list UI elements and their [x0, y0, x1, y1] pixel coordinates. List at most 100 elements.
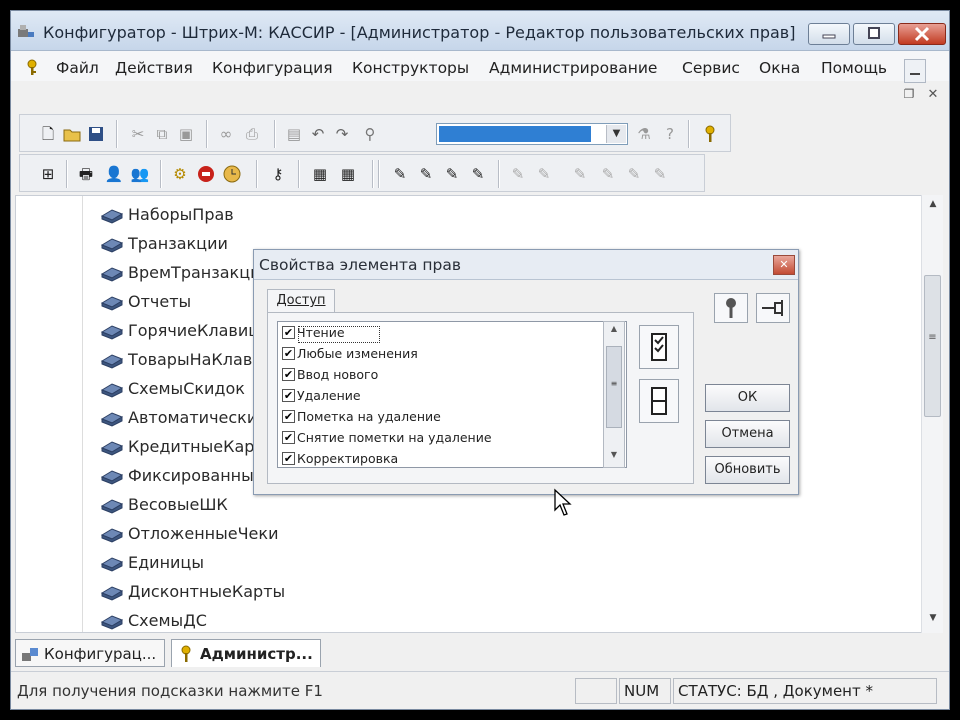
- open-button[interactable]: [62, 124, 82, 144]
- admin-icon: ⚷: [272, 165, 284, 183]
- permission-item[interactable]: ✔ Пометка на удаление: [282, 407, 612, 428]
- permission-item[interactable]: ✔ Удаление: [282, 386, 612, 407]
- permission-item[interactable]: ✔ Ввод нового: [282, 365, 612, 386]
- permission-item[interactable]: ✔ Чтение: [282, 323, 612, 344]
- scrollbar-thumb[interactable]: ≡: [606, 346, 622, 428]
- dialog-close-button[interactable]: ✕: [773, 255, 795, 275]
- table-icon: ▦: [312, 165, 328, 183]
- rights-check-button[interactable]: ✎: [468, 164, 488, 184]
- menu-actions[interactable]: Действия: [115, 59, 193, 77]
- permission-item[interactable]: ✔ Корректировка: [282, 449, 612, 467]
- find-button[interactable]: ⚲: [360, 124, 380, 144]
- minimize-button[interactable]: [808, 23, 850, 45]
- permission-checkbox[interactable]: ✔: [282, 326, 295, 339]
- close-button[interactable]: [898, 23, 946, 45]
- mdi-close-button[interactable]: ✕: [923, 87, 943, 105]
- pin-button[interactable]: [756, 293, 790, 323]
- chevron-down-icon[interactable]: ▼: [606, 125, 626, 143]
- permission-checkbox[interactable]: ✔: [282, 368, 295, 381]
- key-button[interactable]: [714, 293, 748, 323]
- scrollbar-thumb[interactable]: ≡: [924, 275, 941, 417]
- permissions-scrollbar[interactable]: ▲ ≡ ▼: [603, 321, 625, 468]
- save-button[interactable]: [86, 124, 106, 144]
- permission-label: Ввод нового: [297, 367, 379, 382]
- clear-all-button[interactable]: [639, 379, 679, 423]
- tab-configuration-label: Конфигурац...: [44, 645, 157, 663]
- select-all-button[interactable]: [639, 325, 679, 369]
- rights-user-button[interactable]: ✎: [442, 164, 462, 184]
- clock-button[interactable]: [222, 164, 242, 184]
- permission-checkbox[interactable]: ✔: [282, 452, 295, 465]
- settings-icon: ⚙: [173, 165, 187, 183]
- wizard-button[interactable]: ⚗: [634, 124, 654, 144]
- print-button[interactable]: ⎙: [242, 124, 262, 144]
- copy-button[interactable]: ⧉: [152, 124, 172, 144]
- tree-scrollbar[interactable]: ▲ ≡ ▼: [921, 195, 943, 633]
- new-button[interactable]: 🗋: [38, 124, 58, 144]
- menu-bar: Файл Действия Конфигурация Конструкторы …: [11, 51, 949, 81]
- help-button[interactable]: ?: [660, 124, 680, 144]
- rights-gray-4-button[interactable]: ✎: [598, 164, 618, 184]
- menu-file[interactable]: Файл: [56, 59, 99, 77]
- mdi-minimize-button[interactable]: [904, 59, 926, 83]
- cash-register-button[interactable]: 🖶: [76, 164, 96, 184]
- window-button[interactable]: ▤: [284, 124, 304, 144]
- redo-icon: ↷: [335, 125, 349, 143]
- permission-item[interactable]: ✔ Любые изменения: [282, 344, 612, 365]
- cut-button[interactable]: ✂: [128, 124, 148, 144]
- tab-configuration[interactable]: Конфигурац...: [15, 639, 165, 667]
- permissions-list[interactable]: ✔ Чтение ✔ Любые изменения ✔ Ввод нового ✔ Удал…: [277, 321, 627, 468]
- scroll-down-icon[interactable]: ▼: [604, 450, 624, 459]
- toolbar-separator: [206, 120, 208, 148]
- rights-gray-3-button[interactable]: ✎: [570, 164, 590, 184]
- mdi-restore-button[interactable]: ❐: [899, 87, 919, 105]
- preview-button[interactable]: ∞: [216, 124, 236, 144]
- table-button[interactable]: ▦: [310, 164, 330, 184]
- rights-gray-5-button[interactable]: ✎: [624, 164, 644, 184]
- users-button[interactable]: 👥: [130, 164, 150, 184]
- close-icon: [914, 26, 930, 42]
- menu-windows[interactable]: Окна: [759, 59, 800, 77]
- stop-button[interactable]: [196, 164, 216, 184]
- menu-configuration[interactable]: Конфигурация: [212, 59, 333, 77]
- permission-checkbox[interactable]: ✔: [282, 347, 295, 360]
- user-button[interactable]: 👤: [104, 164, 124, 184]
- tab-administrator-label: Администр...: [200, 645, 313, 663]
- undo-button[interactable]: ↶: [308, 124, 328, 144]
- menu-constructors[interactable]: Конструкторы: [352, 59, 469, 77]
- permission-label: Любые изменения: [297, 346, 418, 361]
- rights-button[interactable]: ✎: [390, 164, 410, 184]
- menu-service[interactable]: Сервис: [682, 59, 740, 77]
- settings-button[interactable]: ⚙: [170, 164, 190, 184]
- rights-gray-6-button[interactable]: ✎: [650, 164, 670, 184]
- paste-button[interactable]: ▣: [176, 124, 196, 144]
- scroll-up-icon[interactable]: ▲: [925, 199, 941, 213]
- scroll-down-icon[interactable]: ▼: [925, 613, 941, 627]
- redo-button[interactable]: ↷: [332, 124, 352, 144]
- maximize-button[interactable]: [853, 23, 895, 45]
- permission-checkbox[interactable]: ✔: [282, 389, 295, 402]
- dialog-title-bar[interactable]: Свойства элемента прав ✕: [254, 250, 798, 280]
- permission-checkbox[interactable]: ✔: [282, 431, 295, 444]
- config-select[interactable]: ▼: [436, 123, 628, 145]
- tree-item-label: Транзакции: [128, 234, 228, 253]
- permission-item[interactable]: ✔ Снятие пометки на удаление: [282, 428, 612, 449]
- menu-administration[interactable]: Администрирование: [489, 59, 657, 77]
- structure-button[interactable]: ⊞: [38, 164, 58, 184]
- permission-checkbox[interactable]: ✔: [282, 410, 295, 423]
- rights-key-button[interactable]: [700, 124, 720, 144]
- title-bar[interactable]: Конфигуратор - Штрих-М: КАССИР - [Админи…: [11, 11, 949, 51]
- tab-administrator[interactable]: Администр...: [171, 639, 321, 667]
- ok-button[interactable]: ОК: [705, 384, 790, 412]
- cancel-button[interactable]: Отмена: [705, 420, 790, 448]
- dialog-title: Свойства элемента прав: [259, 256, 461, 274]
- app-icon: [18, 25, 34, 37]
- rights-gray-1-button[interactable]: ✎: [508, 164, 528, 184]
- table-edit-button[interactable]: ▦: [338, 164, 358, 184]
- admin-button[interactable]: ⚷: [268, 164, 288, 184]
- scroll-up-icon[interactable]: ▲: [604, 324, 624, 333]
- rights-edit-button[interactable]: ✎: [416, 164, 436, 184]
- menu-help[interactable]: Помощь: [821, 59, 887, 77]
- rights-gray-2-button[interactable]: ✎: [534, 164, 554, 184]
- refresh-button[interactable]: Обновить: [705, 456, 790, 484]
